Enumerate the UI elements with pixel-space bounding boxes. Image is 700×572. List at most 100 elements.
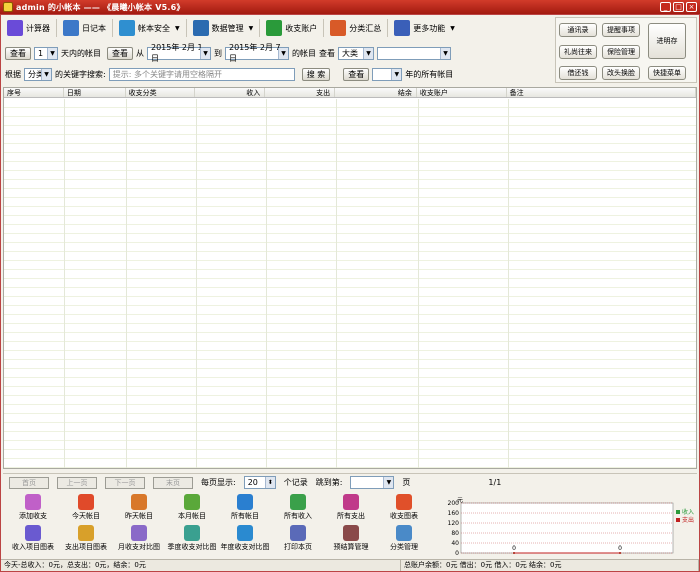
all-expense-button[interactable]: 所有支出: [323, 494, 379, 522]
next-page-button[interactable]: 下一页: [105, 476, 145, 489]
shortcut-menu-button[interactable]: 快捷菜单: [648, 66, 686, 80]
action-grid: 添加收支 今天帐目 昨天帐目 本月帐目 所有帐目 所有收入 所有支出 收支图表收入项目图表 支出…: [5, 494, 435, 556]
account-security-button[interactable]: 帐本安全 ▼: [115, 18, 184, 38]
today-records-button[interactable]: 今天帐目: [58, 494, 114, 522]
debt-button[interactable]: 借还钱: [559, 66, 597, 80]
column-header[interactable]: 支出: [265, 88, 336, 97]
accounts-button[interactable]: 收支账户: [262, 18, 321, 38]
maximize-button[interactable]: □: [673, 2, 684, 12]
close-button[interactable]: ×: [686, 2, 697, 12]
search-button[interactable]: 搜 索: [301, 67, 331, 81]
column-header[interactable]: 备注: [507, 88, 696, 97]
month-records-label: 本月帐目: [178, 512, 206, 520]
budget-manage-icon: [343, 525, 359, 541]
data-manage-button[interactable]: 数据管理 ▼: [189, 18, 258, 38]
add-income-expense-label: 添加收支: [19, 512, 47, 520]
accounts-label: 收支账户: [285, 23, 318, 33]
days-suffix: 天内的帐目: [61, 48, 101, 58]
keyword-input[interactable]: 提示: 多个关键字请用空格隔开: [108, 67, 295, 81]
app-icon: [3, 2, 13, 12]
more-button[interactable]: 更多功能 ▼: [390, 18, 459, 38]
column-header[interactable]: 收支分类: [126, 88, 196, 97]
category-summary-icon: [330, 20, 347, 36]
monthly-compare-button[interactable]: 月收支对比图: [111, 525, 167, 553]
chevron-down-icon: ▼: [175, 24, 180, 32]
yearly-compare-button[interactable]: 年度收支对比图: [217, 525, 273, 553]
exchange-button[interactable]: 改头换脸: [602, 66, 640, 80]
calculator-button[interactable]: 计算器: [3, 18, 54, 38]
plot-area: [460, 502, 674, 554]
per-page-stepper[interactable]: 20 ⬍: [243, 476, 276, 489]
y-tick-label: 0: [455, 550, 459, 557]
print-page-button[interactable]: 打印本页: [270, 525, 326, 553]
status-balance: 总账户余额：0元 借出：0元 借入：0元 结余：0元: [401, 560, 699, 571]
more-icon: [394, 20, 411, 36]
first-page-button[interactable]: 首页: [9, 476, 49, 489]
subcategory-select[interactable]: ▼: [377, 46, 451, 60]
all-records-button[interactable]: 所有帐目: [217, 494, 273, 522]
reminders-button[interactable]: 提醒事项: [602, 23, 640, 37]
category-type-select[interactable]: 大类 ▼: [338, 46, 374, 60]
yesterday-records-button[interactable]: 昨天帐目: [111, 494, 167, 522]
toolbar-separator: [387, 19, 389, 37]
column-header[interactable]: 收支账户: [417, 88, 507, 97]
last-page-button[interactable]: 末页: [153, 476, 193, 489]
diary-button[interactable]: 日记本: [59, 18, 110, 38]
month-records-icon: [184, 494, 200, 510]
column-header[interactable]: 结余: [335, 88, 417, 97]
chevron-down-icon: ▼: [450, 24, 455, 32]
budget-manage-button[interactable]: 预结算管理: [323, 525, 379, 553]
yearly-compare-icon: [237, 525, 253, 541]
gift-book-button[interactable]: 礼尚往来: [559, 45, 597, 59]
category-manage-button[interactable]: 分类管理: [376, 525, 432, 553]
expense-item-chart-button[interactable]: 支出项目图表: [58, 525, 114, 553]
days-select[interactable]: 1 ▼: [34, 46, 58, 60]
query-range-button[interactable]: 查看: [107, 46, 133, 60]
expense-item-chart-label: 支出项目图表: [65, 543, 107, 551]
column-divider: [266, 99, 267, 468]
category-summary-label: 分类汇总: [349, 23, 382, 33]
all-income-button[interactable]: 所有收入: [270, 494, 326, 522]
table-header: 序号 日期 收支分类 收入 支出 结余 收支账户 备注: [4, 88, 696, 98]
main-window: 计算器 日记本 帐本安全 ▼ 数据管理 ▼ 收支账户 分类汇总 更多功能 ▼ 查看 1 ▼ 天内的帐…: [0, 14, 700, 572]
data-manage-label: 数据管理: [211, 23, 244, 33]
column-header[interactable]: 序号: [4, 88, 64, 97]
toolbar-separator: [112, 19, 113, 37]
query-days-button[interactable]: 查看: [5, 46, 31, 60]
wallet-button[interactable]: 进明存: [648, 23, 686, 59]
category-summary-button[interactable]: 分类汇总: [326, 18, 385, 38]
month-records-button[interactable]: 本月帐目: [164, 494, 220, 522]
to-date-picker[interactable]: 2015年 2月 7日 ▼: [225, 43, 289, 63]
income-item-chart-button[interactable]: 收入项目图表: [5, 525, 61, 553]
data-label: 0: [512, 545, 516, 552]
today-records-icon: [78, 494, 94, 510]
add-income-expense-button[interactable]: 添加收支: [5, 494, 61, 522]
contacts-button[interactable]: 通讯录: [559, 23, 597, 37]
all-expense-label: 所有支出: [337, 512, 365, 520]
income-expense-chart-button[interactable]: 收支图表: [376, 494, 432, 522]
insurance-button[interactable]: 保险管理: [602, 45, 640, 59]
all-expense-icon: [343, 494, 359, 510]
print-page-label: 打印本页: [284, 543, 312, 551]
minimize-button[interactable]: _: [660, 2, 671, 12]
query-year-button[interactable]: 查看: [343, 67, 370, 81]
more-label: 更多功能: [413, 23, 446, 33]
column-header[interactable]: 日期: [64, 88, 126, 97]
quarterly-compare-button[interactable]: 季度收支对比图: [164, 525, 220, 553]
search-field-select[interactable]: 分类 ▼: [24, 67, 52, 81]
income-item-chart-label: 收入项目图表: [12, 543, 54, 551]
range-suffix: 的帐目: [292, 48, 316, 58]
summary-chart: 元040801201602000 0收入支出: [448, 497, 694, 557]
records-table[interactable]: 序号 日期 收支分类 收入 支出 结余 收支账户 备注: [3, 87, 697, 469]
jump-page-select[interactable]: ▼: [350, 476, 395, 489]
from-date-picker[interactable]: 2015年 2月 1日 ▼: [147, 43, 211, 63]
prev-page-button[interactable]: 上一页: [57, 476, 97, 489]
page-info: 1/1: [488, 478, 502, 487]
add-income-expense-icon: [25, 494, 41, 510]
column-header[interactable]: 收入: [195, 88, 266, 97]
yearly-compare-label: 年度收支对比图: [220, 543, 270, 551]
calculator-label: 计算器: [26, 23, 50, 33]
table-body[interactable]: [4, 99, 696, 468]
year-select[interactable]: ▼: [372, 67, 403, 81]
data-manage-icon: [192, 20, 209, 36]
